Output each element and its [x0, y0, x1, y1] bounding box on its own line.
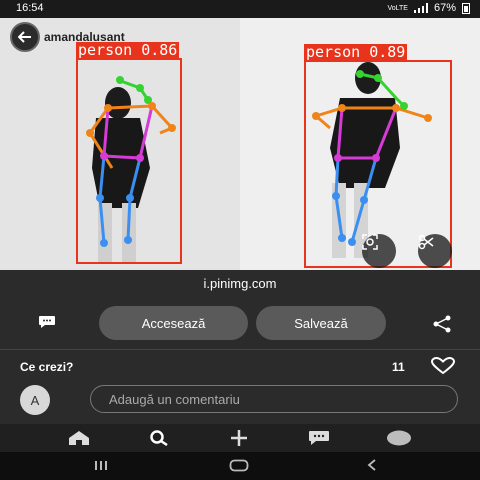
save-button[interactable]: Salvează [256, 306, 386, 340]
status-bar: 16:54 VoLTE 67% [0, 0, 480, 18]
status-icons: VoLTE 67% [387, 2, 470, 14]
nav-messages[interactable] [306, 429, 332, 447]
search-icon [150, 430, 168, 446]
comments-prompt: Ce crezi? [20, 360, 74, 374]
comment-bubble-icon[interactable] [38, 315, 56, 329]
back-nav-button[interactable] [366, 458, 378, 475]
heart-icon[interactable] [430, 357, 456, 375]
visual-search-icon [362, 234, 378, 250]
nav-create[interactable] [226, 429, 252, 447]
battery-icon [462, 3, 470, 14]
detection-box-1 [76, 58, 182, 264]
home-button[interactable] [229, 458, 249, 475]
add-icon [231, 430, 247, 446]
visual-search-button[interactable] [362, 234, 396, 268]
battery-percent: 67% [433, 2, 456, 14]
visit-button[interactable]: Accesează [99, 306, 248, 340]
recent-apps-icon [95, 461, 107, 470]
avatar[interactable]: A [20, 385, 50, 415]
nav-home[interactable] [66, 429, 92, 447]
likes-count: 11 [392, 360, 405, 374]
creator-username[interactable]: amandalusant [44, 30, 125, 44]
system-navigation [0, 452, 480, 480]
chevron-left-icon [367, 459, 376, 471]
home-circle-icon [229, 459, 249, 472]
share-icon[interactable] [432, 315, 452, 333]
cut-out-button[interactable] [418, 234, 452, 268]
home-icon [69, 431, 89, 445]
detection-label-2: person 0.89 [304, 43, 408, 61]
source-link[interactable]: i.pinimg.com [0, 276, 480, 291]
section-divider [0, 349, 480, 350]
pin-header: amandalusant [10, 22, 125, 52]
clock-time: 16:54 [16, 2, 44, 14]
messages-icon [309, 431, 329, 445]
bottom-navigation [0, 424, 480, 452]
back-arrow-icon [18, 31, 31, 43]
scissors-icon [418, 234, 434, 250]
network-label: VoLTE [387, 4, 408, 12]
profile-icon [387, 430, 411, 446]
pin-image[interactable]: person 0.86 person 0.89 [0, 18, 480, 270]
comment-input[interactable] [90, 385, 458, 413]
recent-apps-button[interactable] [94, 458, 108, 475]
signal-icon [413, 3, 428, 13]
back-button[interactable] [10, 22, 40, 52]
nav-search[interactable] [146, 429, 172, 447]
action-bar: Accesează Salvează [0, 303, 480, 343]
nav-profile[interactable] [386, 429, 412, 447]
